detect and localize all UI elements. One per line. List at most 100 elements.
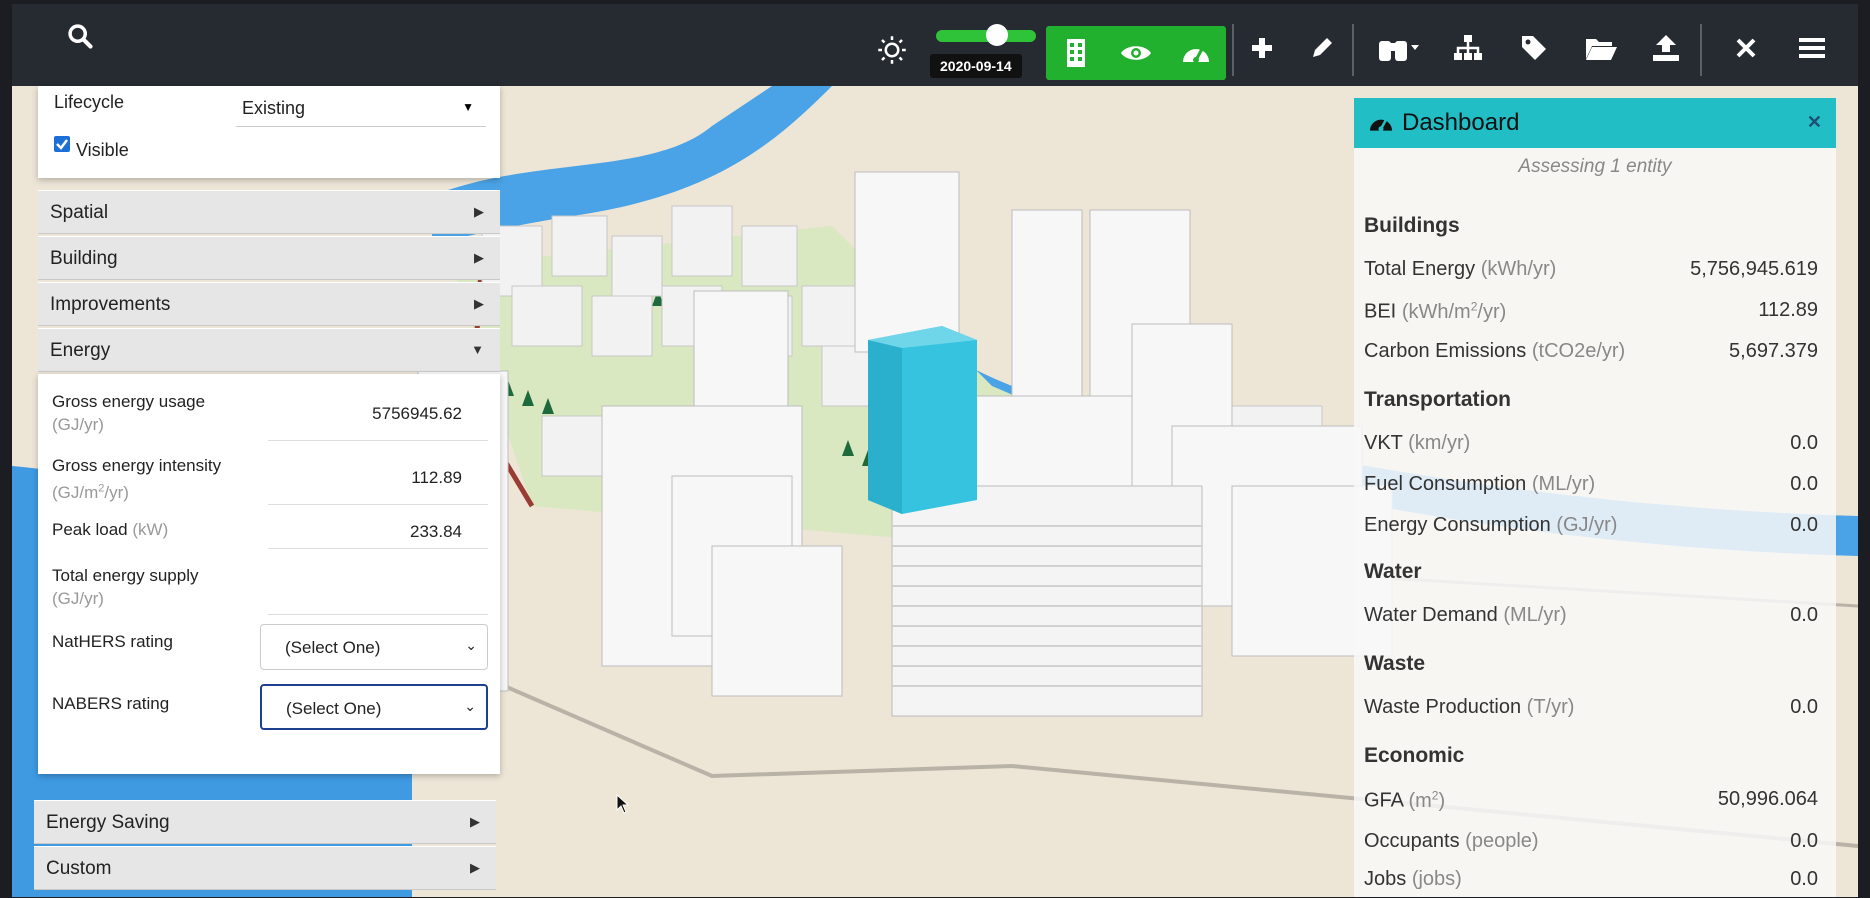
peak-label: Peak load [52,520,128,539]
intensity-value[interactable]: 112.89 [411,468,462,488]
field-label: Gross energy intensity (GJ/m2/yr) [52,454,221,504]
section-label: Energy [50,340,111,361]
metric-label: Occupants (people) [1364,830,1539,852]
mouse-cursor-icon [616,793,630,819]
search-icon[interactable] [60,16,100,56]
section-improvements[interactable]: Improvements ▶ [38,282,500,326]
toolbar-divider [1352,24,1354,76]
chevron-down-icon: ⌄ [464,698,476,714]
section-building[interactable]: Building ▶ [38,236,500,280]
metric-label: Water Demand (ML/yr) [1364,604,1567,626]
metric-label: Waste Production (T/yr) [1364,696,1575,718]
metric-value: 5,697.379 [1729,340,1818,362]
divider [268,548,488,549]
section-label: Custom [46,858,112,879]
binoculars-icon[interactable] [1368,26,1428,70]
metric-row: Occupants (people) 0.0 [1364,830,1818,860]
close-icon[interactable]: ✕ [1807,112,1822,133]
caret-right-icon: ▶ [470,860,480,875]
visible-checkbox[interactable] [54,136,70,152]
section-label: Improvements [50,294,171,315]
lifecycle-select[interactable]: Existing ▼ [236,90,486,127]
metric-row: VKT (km/yr) 0.0 [1364,432,1818,462]
metric-row: Energy Consumption (GJ/yr) 0.0 [1364,514,1818,544]
metric-row: BEI (kWh/m2/yr) 112.89 [1364,299,1818,329]
nabers-label: NABERS rating [52,694,170,713]
eye-icon[interactable] [1114,32,1158,74]
nathers-label: NatHERS rating [52,632,173,651]
section-energy[interactable]: Energy ▼ [38,328,500,372]
dashboard-panel: Dashboard ✕ Assessing 1 entity Buildings… [1354,98,1836,897]
dashboard-gauge-icon [1368,112,1394,139]
caret-right-icon: ▶ [470,814,480,829]
sun-icon[interactable] [872,30,912,70]
metric-value: 5,756,945.619 [1690,258,1818,280]
metric-value: 50,996.064 [1717,788,1818,810]
waste-heading: Waste [1364,652,1426,675]
section-label: Building [50,248,118,269]
pencil-icon[interactable] [1300,26,1344,70]
metric-label: Carbon Emissions (tCO2e/yr) [1364,340,1626,362]
section-custom[interactable]: Custom ▶ [34,846,496,890]
caret-right-icon: ▶ [474,296,484,311]
water-heading: Water [1364,560,1422,583]
supply-unit: (GJ/yr) [52,589,104,608]
gross-usage-label: Gross energy usage [52,392,206,411]
menu-icon[interactable] [1790,26,1834,70]
economic-heading: Economic [1364,744,1465,767]
chevron-down-icon: ▼ [462,100,474,114]
gross-usage-value[interactable]: 5756945.62 [372,404,462,424]
metric-row: Waste Production (T/yr) 0.0 [1364,696,1818,726]
divider [268,440,488,441]
metric-label: Fuel Consumption (ML/yr) [1364,473,1596,495]
section-spatial[interactable]: Spatial ▶ [38,190,500,234]
tag-icon[interactable] [1512,26,1556,70]
folder-open-icon[interactable] [1576,26,1626,70]
metric-value: 0.0 [1790,604,1818,626]
field-label: Total energy supply (GJ/yr) [52,564,198,610]
metric-row: Water Demand (ML/yr) 0.0 [1364,604,1818,634]
close-icon[interactable] [1724,26,1768,70]
nabers-value: (Select One) [286,699,382,718]
building-icon[interactable] [1054,32,1098,74]
supply-label: Total energy supply [52,566,199,585]
upload-icon[interactable] [1644,26,1688,70]
metric-row: Total Energy (kWh/yr) 5,756,945.619 [1364,258,1818,288]
metric-value: 0.0 [1790,432,1818,454]
energy-section-body: Gross energy usage (GJ/yr) 5756945.62 Gr… [38,374,500,774]
lifecycle-value: Existing [242,98,306,118]
general-properties: Lifecycle Existing ▼ Visible [38,86,500,178]
metric-label: BEI (kWh/m2/yr) [1364,299,1507,323]
caret-right-icon: ▶ [474,204,484,219]
metric-label: Total Energy (kWh/yr) [1364,258,1557,280]
top-toolbar: 2020-09-14 [12,4,1858,86]
nabers-select[interactable]: (Select One) ⌄ [260,684,488,730]
supply-input[interactable] [268,614,488,615]
metric-row: Carbon Emissions (tCO2e/yr) 5,697.379 [1364,340,1818,370]
nathers-select[interactable]: (Select One) ⌄ [260,624,488,670]
gross-usage-unit: (GJ/yr) [52,415,104,434]
peak-value[interactable]: 233.84 [410,522,462,542]
chevron-down-icon: ⌄ [465,637,477,653]
metric-label: Jobs (jobs) [1364,868,1462,890]
section-energy-saving[interactable]: Energy Saving ▶ [34,800,496,844]
metric-label: Energy Consumption (GJ/yr) [1364,514,1618,536]
dashboard-gauge-icon[interactable] [1174,32,1218,74]
divider [268,504,488,505]
metric-row: Jobs (jobs) 0.0 [1364,868,1818,898]
toolbar-divider [1232,24,1234,76]
metric-value: 0.0 [1790,830,1818,852]
metric-value: 0.0 [1790,696,1818,718]
metric-value: 0.0 [1790,868,1818,890]
metric-label: VKT (km/yr) [1364,432,1471,454]
sitemap-icon[interactable] [1446,26,1490,70]
view-mode-group [1046,26,1226,80]
dashboard-title: Dashboard [1402,109,1520,136]
caret-down-icon: ▼ [471,342,484,357]
toolbar-divider [1700,24,1702,76]
transportation-heading: Transportation [1364,388,1512,411]
caret-right-icon: ▶ [474,250,484,265]
selected-building [868,326,977,514]
plus-icon[interactable] [1240,26,1284,70]
timeline-slider-thumb[interactable] [986,24,1008,46]
